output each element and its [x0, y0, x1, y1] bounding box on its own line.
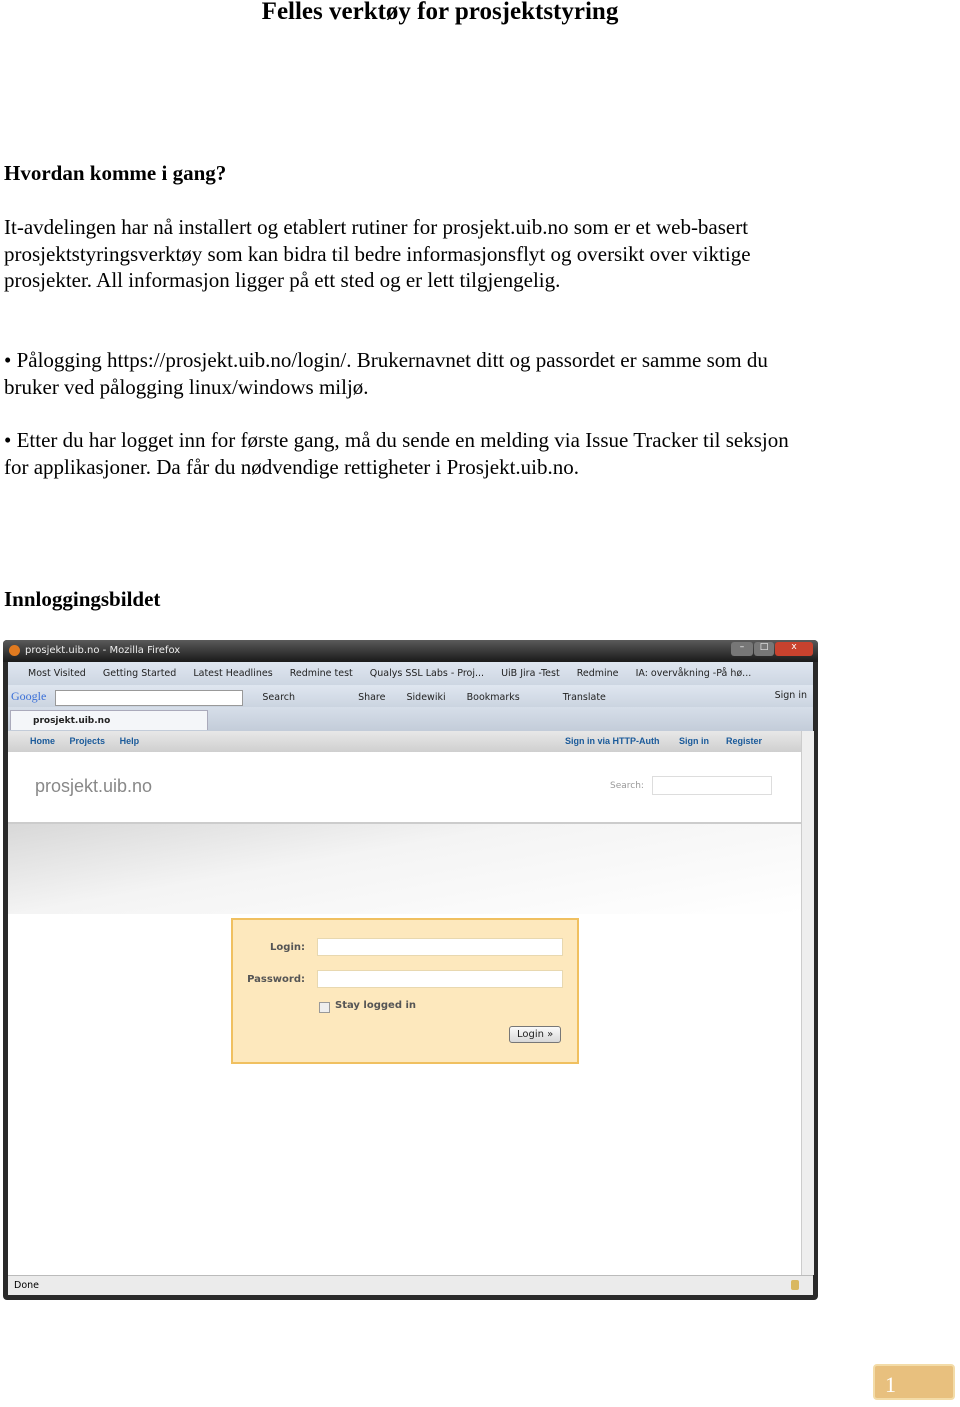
tab-active[interactable]: prosjekt.uib.no: [10, 710, 208, 730]
bookmark[interactable]: Latest Headlines: [193, 668, 272, 679]
stay-logged-in-checkbox[interactable]: [319, 1002, 330, 1013]
google-toolbar: Google Search Share Sidewiki Bookmarks T…: [8, 685, 813, 707]
password-input[interactable]: [317, 970, 563, 988]
bookmark[interactable]: Most Visited: [28, 668, 86, 679]
site-header: prosjekt.uib.no Search:: [8, 752, 801, 824]
login-label: Login:: [270, 942, 305, 953]
nav-register[interactable]: Register: [726, 731, 762, 752]
top-menu: Home Projects Help Sign in via HTTP-Auth…: [8, 731, 801, 752]
document-title: Felles verktøy for prosjektstyring: [261, 0, 619, 25]
bookmark[interactable]: Redmine: [577, 668, 619, 679]
bookmark[interactable]: Redmine test: [290, 668, 353, 679]
firefox-icon: [9, 645, 20, 656]
minimize-button[interactable]: –: [731, 642, 753, 656]
nav-help[interactable]: Help: [120, 736, 140, 746]
text-line: prosjektstyringsverktøy som kan bidra ti…: [4, 241, 751, 266]
section-heading: Hvordan komme i gang?: [4, 161, 227, 185]
nav-sign-in[interactable]: Sign in: [679, 731, 709, 752]
maximize-button[interactable]: □: [754, 642, 774, 656]
vertical-scrollbar[interactable]: [801, 731, 814, 1275]
section-heading: Innloggingsbildet: [4, 587, 161, 611]
bookmarks-bar: Most Visited Getting Started Latest Head…: [8, 662, 813, 685]
toolbar-search[interactable]: Search: [262, 692, 295, 703]
title-bar: prosjekt.uib.no - Mozilla Firefox – □ x: [3, 640, 818, 662]
close-button[interactable]: x: [775, 642, 813, 656]
text-line: prosjekter. All informasjon ligger på et…: [4, 268, 561, 292]
bullet-login: • Pålogging https://prosjekt.uib.no/logi…: [4, 347, 944, 400]
google-logo: Google: [11, 689, 47, 703]
password-label: Password:: [247, 974, 305, 985]
search-label: Search:: [610, 781, 644, 791]
nav-projects[interactable]: Projects: [70, 736, 106, 746]
google-search-input[interactable]: [55, 689, 244, 706]
page-content: Home Projects Help Sign in via HTTP-Auth…: [8, 731, 801, 1275]
tab-bar: prosjekt.uib.no: [8, 707, 813, 731]
status-bar: Done: [8, 1275, 813, 1295]
login-input[interactable]: [317, 938, 563, 956]
header-gradient: [8, 824, 801, 914]
bookmark[interactable]: Qualys SSL Labs - Proj...: [370, 668, 484, 679]
stay-logged-in-label: Stay logged in: [335, 1000, 417, 1011]
toolbar-share[interactable]: Share: [358, 692, 385, 703]
nav-home[interactable]: Home: [30, 736, 55, 746]
bookmark[interactable]: UiB Jira -Test: [501, 668, 560, 679]
login-button[interactable]: Login »: [509, 1026, 562, 1043]
text-line: bruker ved pålogging linux/windows miljø…: [4, 374, 369, 399]
page-number: 1: [873, 1364, 955, 1400]
status-text: Done: [14, 1280, 39, 1291]
browser-screenshot: prosjekt.uib.no - Mozilla Firefox – □ x …: [3, 640, 818, 1300]
bullet-issue-tracker: • Etter du har logget inn for første gan…: [4, 427, 944, 480]
bookmark[interactable]: Getting Started: [103, 668, 176, 679]
search-input[interactable]: [652, 776, 772, 795]
text-line: for applikasjoner. Da får du nødvendige …: [4, 454, 580, 479]
login-box: Login: Password: Stay logged in Login »: [231, 918, 579, 1064]
text-line: • Etter du har logget inn for første gan…: [4, 428, 789, 452]
toolbar-sidewiki[interactable]: Sidewiki: [407, 692, 446, 703]
bookmark[interactable]: IA: overvåkning -På hø...: [636, 668, 752, 679]
site-title: prosjekt.uib.no: [35, 776, 153, 796]
toolbar-translate[interactable]: Translate: [563, 692, 606, 703]
lock-icon: [791, 1280, 799, 1290]
text-line: It-avdelingen har nå installert og etabl…: [4, 215, 749, 239]
window-title: prosjekt.uib.no - Mozilla Firefox: [25, 645, 181, 656]
toolbar-bookmarks[interactable]: Bookmarks: [467, 692, 520, 703]
text-line: • Pålogging https://prosjekt.uib.no/logi…: [4, 348, 768, 372]
intro-paragraph: It-avdelingen har nå installert og etabl…: [4, 214, 944, 294]
nav-sign-in-http-auth[interactable]: Sign in via HTTP-Auth: [565, 731, 660, 752]
toolbar-sign-in[interactable]: Sign in: [775, 685, 807, 707]
